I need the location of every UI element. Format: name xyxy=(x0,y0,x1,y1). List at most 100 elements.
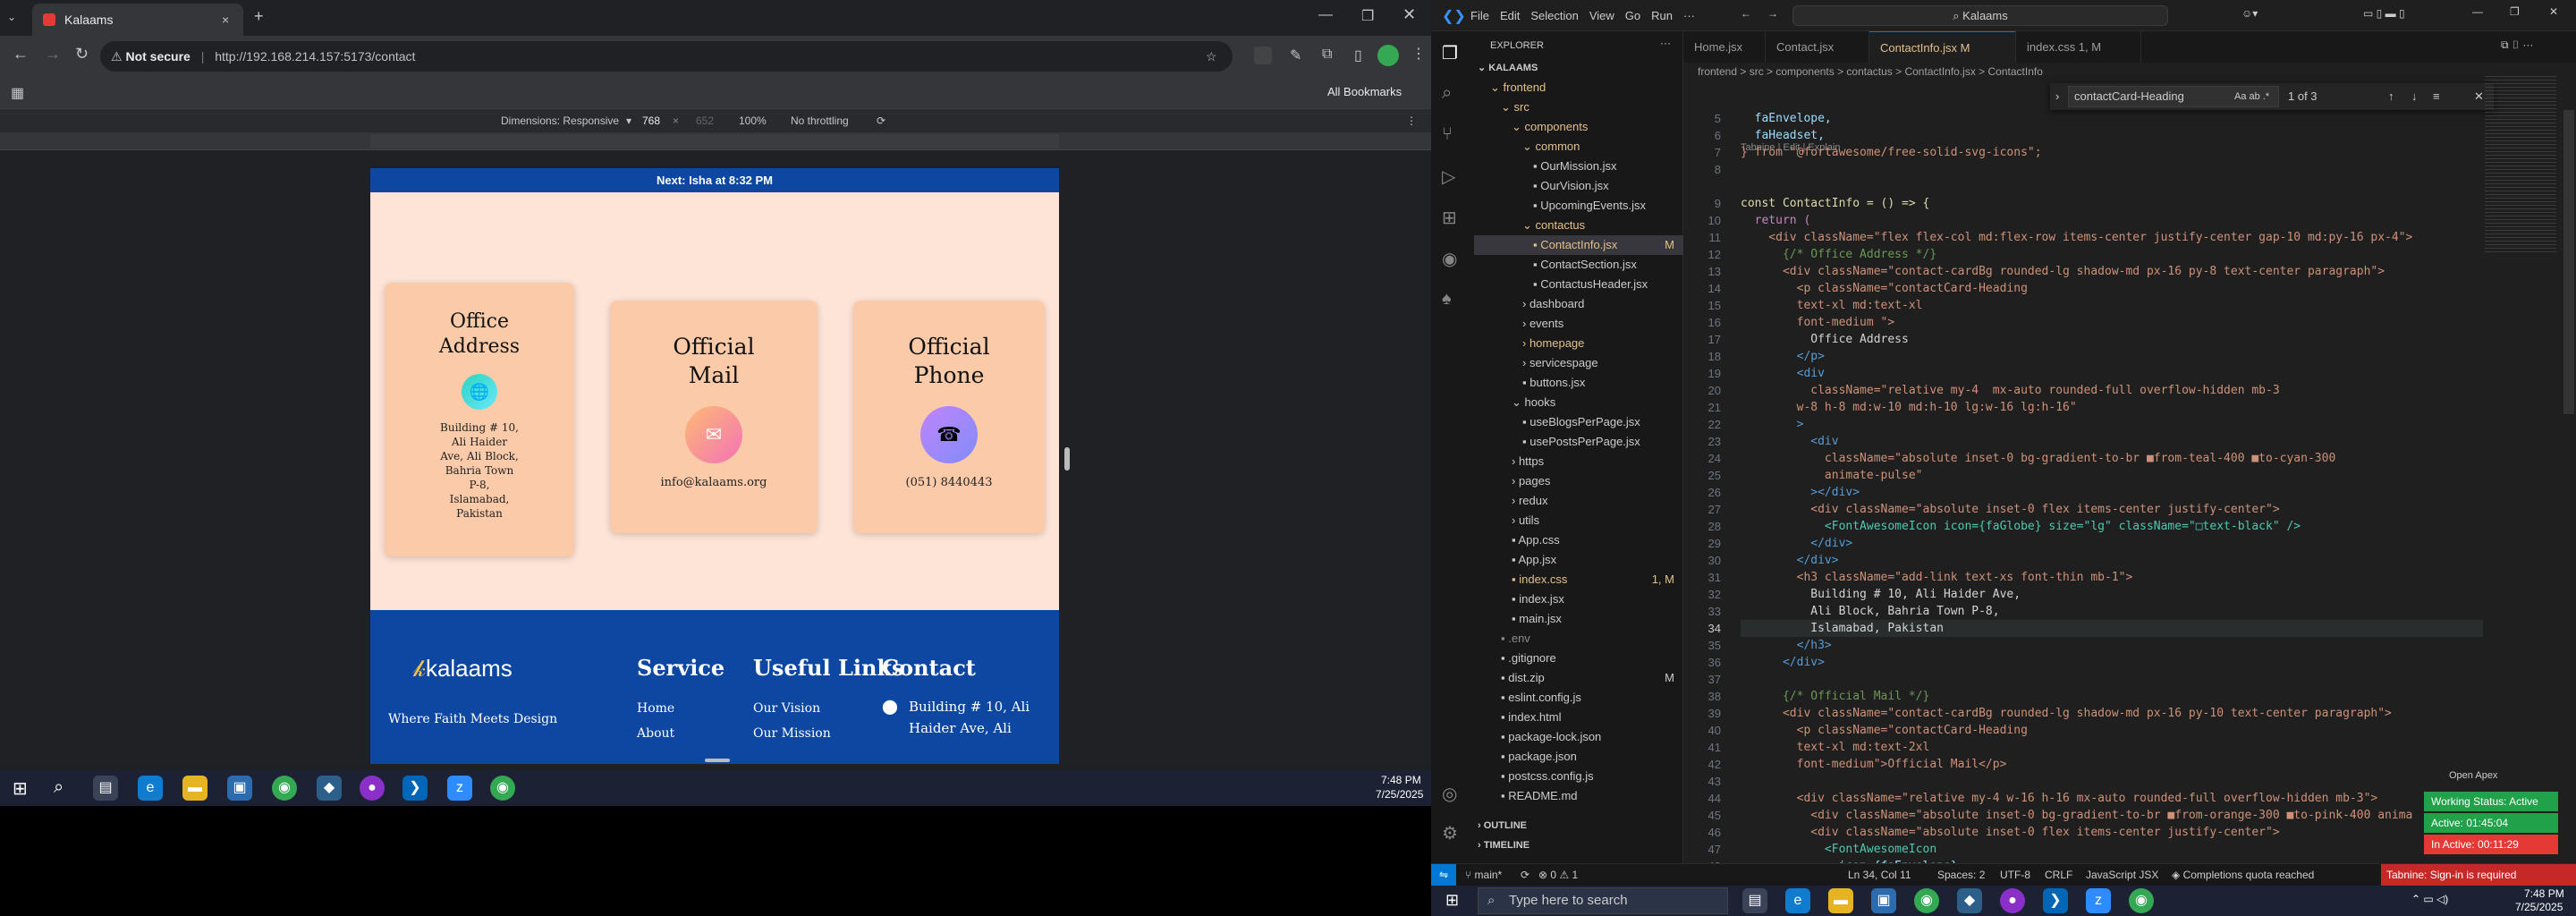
tree-file[interactable]: ▪ buttons.jsx xyxy=(1474,373,1683,393)
language-mode[interactable]: JavaScript JSX xyxy=(2086,864,2158,886)
timeline-section[interactable]: › TIMELINE xyxy=(1478,840,1530,851)
tree-file[interactable]: ▪ ContactSection.jsx xyxy=(1474,255,1683,275)
code-line[interactable]: Ali Block, Bahria Town P-8, xyxy=(1741,603,1999,620)
code-line[interactable]: <div className="relative my-4 w-16 h-16 … xyxy=(1741,790,2378,807)
profile-avatar[interactable] xyxy=(1377,45,1399,66)
tree-file[interactable]: ▪ .env xyxy=(1474,629,1683,649)
code-line[interactable]: className="absolute inset-0 bg-gradient-… xyxy=(1741,450,2335,467)
footer-link-vision[interactable]: Our Vision xyxy=(753,696,831,721)
tree-folder[interactable]: › events xyxy=(1474,314,1683,334)
code-line[interactable]: return ( xyxy=(1741,212,1811,229)
file-explorer-icon[interactable]: ▬ xyxy=(182,776,208,801)
all-bookmarks[interactable]: All Bookmarks xyxy=(1327,85,1402,98)
code-line[interactable]: <div xyxy=(1741,433,1838,450)
back-icon[interactable]: ← xyxy=(13,45,29,64)
code-line[interactable]: faEnvelope, xyxy=(1741,110,1832,127)
code-line[interactable]: </div> xyxy=(1741,552,1839,569)
code-line[interactable]: <div className="contact-cardBg rounded-l… xyxy=(1741,263,2385,280)
maximize-icon[interactable]: ❐ xyxy=(2510,5,2520,18)
footer-link-mission[interactable]: Our Mission xyxy=(753,721,831,746)
apps-grid-icon[interactable]: ▦ xyxy=(11,84,24,102)
code-line[interactable]: text-xl md:text-xl xyxy=(1741,297,1923,314)
tree-file[interactable]: ▪ ContactInfo.jsx M xyxy=(1474,235,1683,255)
edge-icon[interactable]: e xyxy=(1785,888,1810,913)
extensions-icon[interactable]: ⊞ xyxy=(1442,207,1457,229)
tree-file[interactable]: ▪ index.jsx xyxy=(1474,589,1683,609)
zoom-icon[interactable]: z xyxy=(2086,888,2111,913)
resize-handle-right[interactable] xyxy=(1064,447,1070,471)
tree-folder[interactable]: ⌄ hooks xyxy=(1474,393,1683,412)
email-text[interactable]: info@kalaams.org xyxy=(610,476,818,489)
github-icon[interactable]: ◉ xyxy=(1442,248,1457,270)
nav-forward-icon[interactable]: → xyxy=(1767,7,1778,20)
explorer-more-icon[interactable]: ··· xyxy=(1660,37,1671,49)
encoding[interactable]: UTF-8 xyxy=(2000,864,2030,886)
code-line[interactable]: > xyxy=(1741,416,1804,433)
minimize-icon[interactable]: — xyxy=(1318,7,1333,23)
code-line[interactable]: <FontAwesomeIcon xyxy=(1741,841,1936,858)
maximize-icon[interactable]: ❐ xyxy=(1361,7,1374,25)
edge-icon[interactable]: e xyxy=(138,776,163,801)
tab-search-icon[interactable]: ⌄ xyxy=(7,11,16,23)
tree-folder[interactable]: › dashboard xyxy=(1474,294,1683,314)
tree-file[interactable]: ▪ postcss.config.js xyxy=(1474,767,1683,786)
tree-file[interactable]: ▪ OurVision.jsx xyxy=(1474,176,1683,196)
store-icon[interactable]: ▣ xyxy=(1871,888,1896,913)
app-icon[interactable]: ◆ xyxy=(317,776,342,801)
find-selection-icon[interactable]: ≡ xyxy=(2433,83,2440,110)
forward-icon[interactable]: → xyxy=(45,45,61,64)
chrome-icon[interactable]: ◉ xyxy=(2129,888,2154,913)
browser-tab[interactable]: Kalaams × xyxy=(32,4,243,36)
workspace-root[interactable]: ⌄ KALAAMS xyxy=(1478,62,1538,73)
editor-tab[interactable]: ContactInfo.jsx M xyxy=(1869,31,2016,63)
find-close-icon[interactable]: ✕ xyxy=(2474,83,2484,110)
tree-file[interactable]: ▪ usePostsPerPage.jsx xyxy=(1474,432,1683,452)
indentation[interactable]: Spaces: 2 xyxy=(1937,864,1985,886)
vscode-icon[interactable]: ❯ xyxy=(402,776,428,801)
code-line[interactable]: <h3 className="add-link text-xs font-thi… xyxy=(1741,569,2133,586)
minimize-icon[interactable]: — xyxy=(2472,5,2483,18)
code-line[interactable]: ></div> xyxy=(1741,484,1860,501)
mongodb-leaf-icon[interactable]: ♠ xyxy=(1442,289,1452,310)
code-line[interactable]: <FontAwesomeIcon icon={faGlobe} size="lg… xyxy=(1741,518,2301,535)
throttle-select[interactable]: No throttling xyxy=(791,109,849,132)
tree-folder[interactable]: ⌄ contactus xyxy=(1474,216,1683,235)
find-prev-icon[interactable]: ↑ xyxy=(2388,83,2394,110)
bookmark-star-icon[interactable]: ☆ xyxy=(1206,41,1217,72)
account-icon[interactable]: ◎ xyxy=(1442,783,1457,805)
cursor-position[interactable]: Ln 34, Col 11 xyxy=(1848,864,1911,886)
sync-icon[interactable]: ⟳ xyxy=(1521,864,1530,886)
footer-link-about[interactable]: About xyxy=(637,721,674,746)
tree-folder[interactable]: › redux xyxy=(1474,491,1683,511)
zoom-icon[interactable]: z xyxy=(447,776,472,801)
code-line[interactable]: const ContactInfo = () => { xyxy=(1741,195,1929,212)
tree-folder[interactable]: ⌄ frontend xyxy=(1474,78,1683,98)
nav-back-icon[interactable]: ← xyxy=(1741,7,1751,20)
extension-icon[interactable] xyxy=(1254,47,1272,64)
code-line[interactable]: faHeadset, xyxy=(1741,127,1825,144)
github-icon[interactable]: ● xyxy=(360,776,385,801)
code-line[interactable]: Islamabad, Pakistan xyxy=(1741,620,2483,637)
dimensions-select[interactable]: Dimensions: Responsive xyxy=(501,109,619,132)
tree-file[interactable]: ▪ UpcomingEvents.jsx xyxy=(1474,196,1683,216)
editor-tab[interactable]: Contact.jsx xyxy=(1766,31,1869,63)
tree-folder[interactable]: ⌄ components xyxy=(1474,117,1683,137)
editor-tab[interactable]: index.css 1, M xyxy=(2016,31,2141,63)
close-window-icon[interactable]: ✕ xyxy=(1402,5,1416,24)
chrome-icon[interactable]: ◉ xyxy=(490,776,515,801)
tree-folder[interactable]: ⌄ common xyxy=(1474,137,1683,157)
code-line[interactable]: </p> xyxy=(1741,348,1825,365)
search-icon[interactable]: ⌕ xyxy=(54,777,64,798)
match-case-icon[interactable]: Aa ab .* xyxy=(2234,83,2269,110)
problems-count[interactable]: ⊗ 0 ⚠ 1 xyxy=(1538,864,1578,886)
code-line[interactable]: {/* Official Mail */} xyxy=(1741,688,1929,705)
tree-file[interactable]: ▪ README.md xyxy=(1474,786,1683,806)
code-line[interactable]: <div className="absolute inset-0 flex it… xyxy=(1741,501,2279,518)
sidebar-icon[interactable]: ▯ xyxy=(1354,47,1362,64)
tray-icons[interactable]: ⌃ ▭ ◁) xyxy=(2411,893,2448,905)
code-line[interactable]: <p className="contactCard-Heading xyxy=(1741,280,2028,297)
menu-selection[interactable]: Selection xyxy=(1530,9,1578,22)
git-branch[interactable]: ⑂ main* xyxy=(1465,864,1502,886)
task-view-icon[interactable]: ▤ xyxy=(1742,888,1767,913)
tab-close-icon[interactable]: × xyxy=(222,4,229,36)
